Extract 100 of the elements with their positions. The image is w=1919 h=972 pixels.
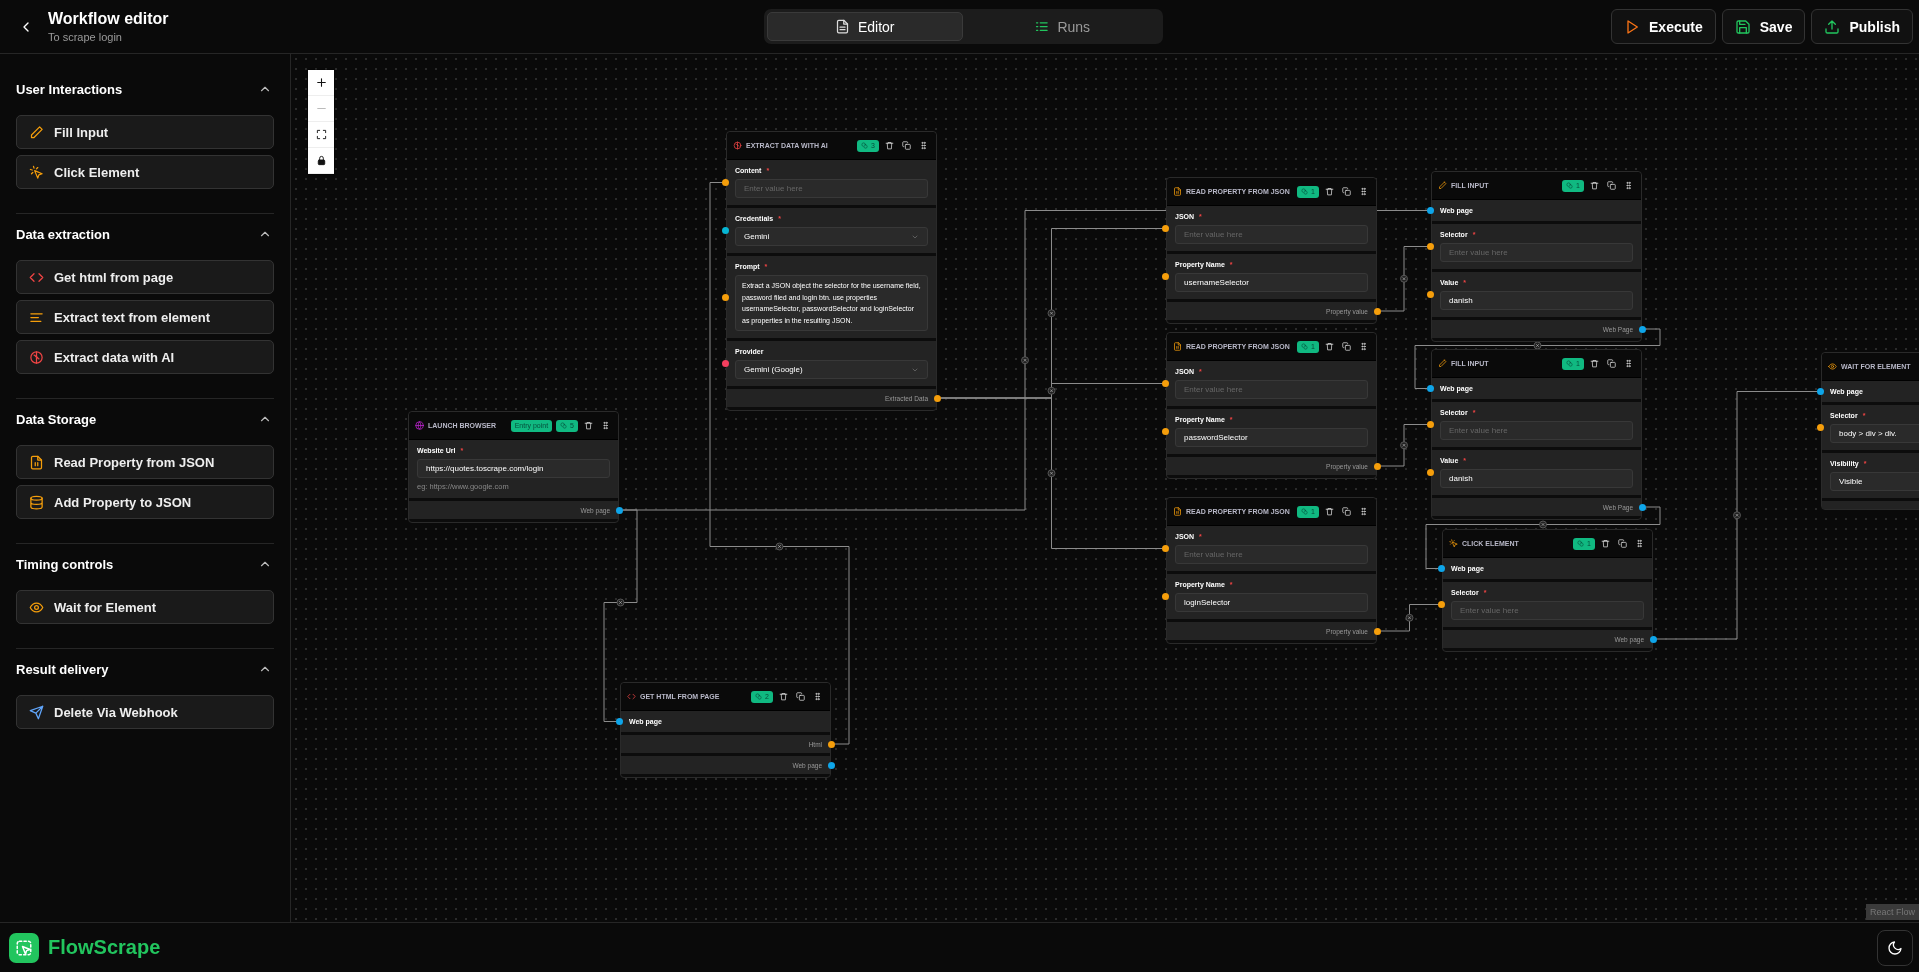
edge-delete-button[interactable] [1539, 520, 1547, 529]
input-handle[interactable] [616, 718, 623, 725]
input-handle[interactable] [1427, 243, 1434, 250]
output-handle[interactable] [934, 394, 941, 402]
input-field[interactable]: loginSelector [1175, 593, 1368, 612]
cursor-icon [15, 938, 33, 957]
task-item[interactable]: Extract data with AI [16, 340, 274, 374]
task-item[interactable]: Fill Input [16, 115, 274, 149]
dropdown[interactable]: Gemini (Google) [735, 360, 928, 379]
fit-view-button[interactable] [308, 122, 334, 148]
input-handle[interactable] [1162, 545, 1169, 552]
edge-delete-button[interactable] [1533, 341, 1542, 350]
publish-button[interactable]: Publish [1811, 9, 1913, 44]
input-field[interactable]: passwordSelector [1175, 428, 1368, 447]
task-item[interactable]: Wait for Element [16, 590, 274, 624]
save-button[interactable]: Save [1721, 9, 1806, 44]
edge-delete-button[interactable] [1021, 356, 1029, 365]
delete-button[interactable] [1588, 181, 1601, 190]
output-handle[interactable] [1639, 503, 1646, 511]
edge-delete-button[interactable] [1400, 274, 1408, 283]
edge-delete-button[interactable] [1733, 511, 1741, 520]
input-handle[interactable] [1427, 207, 1434, 214]
output-handle[interactable] [1374, 462, 1381, 470]
coins-icon [1301, 508, 1309, 515]
input-field[interactable]: body > div > div. [1830, 424, 1919, 443]
edge-delete-button[interactable] [775, 542, 784, 551]
edge-delete-button[interactable] [1047, 469, 1056, 478]
coins-icon [1566, 182, 1574, 189]
input-field[interactable]: danish [1440, 469, 1633, 488]
connection-edge[interactable] [1414, 328, 1661, 389]
input-field[interactable]: danish [1440, 291, 1633, 310]
section-title: User Interactions [16, 81, 123, 97]
delete-button[interactable] [1323, 507, 1336, 516]
delete-button[interactable] [1599, 539, 1612, 548]
theme-toggle-button[interactable] [1877, 929, 1913, 966]
edge-delete-button[interactable] [1400, 441, 1408, 450]
input-handle[interactable] [1162, 273, 1169, 280]
dropdown[interactable]: Gemini [735, 227, 928, 246]
copy-button[interactable] [1616, 539, 1629, 548]
trash-icon [885, 141, 894, 150]
input-handle[interactable] [1427, 385, 1434, 392]
file-icon [1173, 187, 1182, 196]
input-handle[interactable] [1427, 421, 1434, 428]
output-handle[interactable] [1650, 635, 1657, 643]
input-handle[interactable] [1162, 428, 1169, 435]
input-handle[interactable] [1438, 565, 1445, 572]
lock-button[interactable] [308, 148, 334, 174]
delete-button[interactable] [1588, 359, 1601, 368]
output-handle[interactable] [828, 761, 835, 769]
dropdown[interactable]: Visible [1830, 472, 1919, 491]
input-handle[interactable] [722, 293, 729, 301]
copy-button[interactable] [900, 141, 913, 150]
task-item[interactable]: Read Property from JSON [16, 445, 274, 479]
edge-delete-button[interactable] [616, 598, 625, 607]
input-handle[interactable] [1162, 380, 1169, 387]
copy-button[interactable] [1340, 342, 1353, 351]
copy-button[interactable] [1340, 507, 1353, 516]
input-handle[interactable] [1427, 291, 1434, 298]
output-handle[interactable] [1374, 307, 1381, 315]
copy-button[interactable] [794, 692, 807, 701]
copy-button[interactable] [1340, 187, 1353, 196]
execute-button[interactable]: Execute [1611, 9, 1716, 44]
output-handle[interactable] [616, 506, 623, 514]
delete-button[interactable] [777, 692, 790, 701]
input-handle[interactable] [1438, 601, 1445, 608]
input-handle[interactable] [722, 360, 729, 367]
section-title: Timing controls [16, 556, 114, 572]
input-handle[interactable] [1817, 424, 1824, 431]
delete-button[interactable] [582, 421, 595, 430]
connection-edge[interactable] [1380, 604, 1439, 632]
input-handle[interactable] [1162, 593, 1169, 600]
output-handle[interactable] [828, 740, 835, 748]
delete-button[interactable] [1323, 342, 1336, 351]
plus-icon [314, 76, 328, 89]
input-field[interactable]: usernameSelector [1175, 273, 1368, 292]
task-item[interactable]: Extract text from element [16, 300, 274, 334]
task-item[interactable]: Delete Via Webhook [16, 695, 274, 729]
edge-delete-button[interactable] [1047, 386, 1056, 395]
input-handle[interactable] [722, 179, 729, 186]
connection-edge[interactable] [1425, 506, 1661, 569]
output-handle[interactable] [1374, 627, 1381, 635]
edge-delete-button[interactable] [1047, 309, 1056, 318]
input-handle[interactable] [1817, 388, 1824, 395]
input-handle[interactable] [722, 227, 729, 234]
task-item[interactable]: Click Element [16, 155, 274, 189]
input-field[interactable]: https://quotes.toscrape.com/login [417, 459, 610, 478]
copy-button[interactable] [1605, 181, 1618, 190]
zoom-in-button[interactable] [308, 70, 334, 96]
delete-button[interactable] [1323, 187, 1336, 196]
edge-delete-button[interactable] [1405, 613, 1414, 622]
task-item[interactable]: Get html from page [16, 260, 274, 294]
delete-button[interactable] [883, 141, 896, 150]
task-item[interactable]: Add Property to JSON [16, 485, 274, 519]
grip-icon [1624, 359, 1633, 368]
tab[interactable]: Runs [964, 12, 1160, 41]
input-handle[interactable] [1162, 225, 1169, 232]
input-handle[interactable] [1427, 469, 1434, 476]
output-handle[interactable] [1639, 325, 1646, 333]
copy-button[interactable] [1605, 359, 1618, 368]
tab[interactable]: Editor [767, 12, 963, 41]
